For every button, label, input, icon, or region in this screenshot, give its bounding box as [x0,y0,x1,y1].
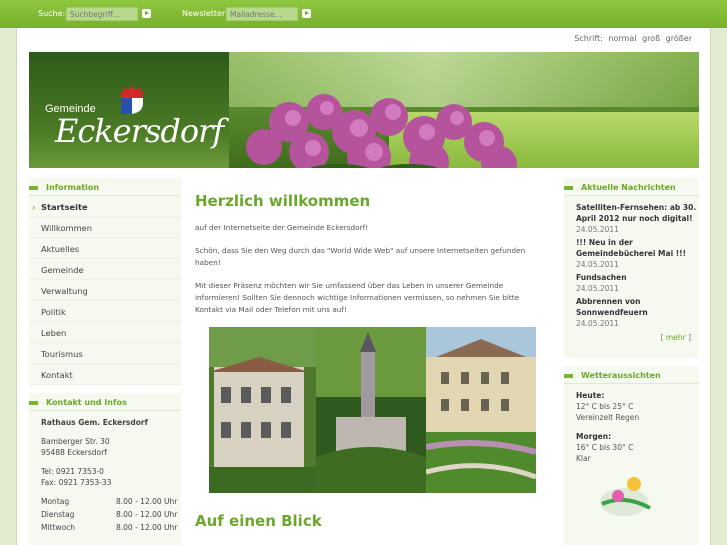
nav-item-kontakt[interactable]: Kontakt [29,364,181,385]
more-news-link[interactable]: mehr [666,333,686,342]
rathaus-name: Rathaus Gem. Eckersdorf [41,418,148,427]
newsletter-input[interactable] [226,7,298,21]
news-title[interactable]: Fundsachen [576,272,699,283]
hours-day: Montag [41,497,70,506]
page-container: Schrift: normal groß größer Gemeinde Eck… [16,28,711,545]
news-date: 24.05.2011 [576,319,619,328]
nav-item-willkommen[interactable]: Willkommen [29,217,181,238]
address-street: Bamberger Str. 30 [41,437,110,446]
search-label: Suche: [38,9,66,18]
contact-details: Rathaus Gem. Eckersdorf Bamberger Str. 3… [29,411,181,533]
opening-hours: Montag 8.00 - 12.00 Uhr Dienstag 8.00 - … [41,496,181,533]
font-normal-link[interactable]: normal [608,34,636,43]
weather-today: Heute: 12° C bis 25° C Vereinzelt Regen [576,391,640,422]
hours-day: Dienstag [41,510,75,519]
top-bar: Suche: Newsletter: [0,0,727,28]
news-date: 24.05.2011 [576,225,619,234]
weather-tomorrow: Morgen: 16° C bis 30° C Klar [576,432,634,463]
main-content: Herzlich willkommen auf der Internetseit… [183,178,561,545]
news-title[interactable]: Abbrennen von Sonnwendfeuern [576,296,699,318]
welcome-paragraph: Schön, dass Sie den Weg durch das "World… [195,246,526,267]
hours-time: 8.00 - 12.00 Uhr [116,510,178,519]
news-title[interactable]: Satelliten-Fernsehen: ab 30. April 2012 … [576,202,699,224]
newsletter-label: Newsletter: [182,9,228,18]
hours-time: 8.00 - 12.00 Uhr [116,523,178,532]
font-large-link[interactable]: groß [642,34,660,43]
fax-number: Fax: 0921 7353-33 [41,478,112,487]
news-item: Abbrennen von Sonnwendfeuern 24.05.2011 [576,296,699,329]
font-size-label: Schrift: [574,34,603,43]
news-date: 24.05.2011 [576,260,619,269]
news-list: Satelliten-Fernsehen: ab 30. April 2012 … [564,196,699,343]
search-submit-icon[interactable] [142,9,151,18]
font-larger-link[interactable]: größer [666,34,692,43]
info-box: Information Startseite Willkommen Aktuel… [29,178,181,385]
nav-item-verwaltung[interactable]: Verwaltung [29,280,181,301]
right-sidebar: Aktuelle Nachrichten Satelliten-Fernsehe… [564,178,699,545]
news-item: Satelliten-Fernsehen: ab 30. April 2012 … [576,202,699,235]
nav-item-aktuelles[interactable]: Aktuelles [29,238,181,259]
left-sidebar: Information Startseite Willkommen Aktuel… [29,178,181,545]
hours-day: Mittwoch [41,523,76,532]
news-title[interactable]: !!! Neu in der Gemeindebücherei Mai !!! [576,237,699,259]
info-heading: Information [29,178,181,196]
church-photo [316,327,426,493]
nav-item-politik[interactable]: Politik [29,301,181,322]
coat-of-arms-icon [121,86,143,114]
news-item: Fundsachen 24.05.2011 [576,272,699,294]
town-hall-photo [209,327,316,493]
contact-box: Kontakt und Infos Rathaus Gem. Eckersdor… [29,393,181,545]
header-banner: Gemeinde Eckersdorf [29,52,699,168]
intro-paragraph: auf der Internetseite der Gemeinde Ecker… [195,223,369,232]
search-input[interactable] [66,7,138,21]
more-news: [ mehr ] [660,333,691,342]
nav-item-leben[interactable]: Leben [29,322,181,343]
news-item: !!! Neu in der Gemeindebücherei Mai !!! … [576,237,699,270]
nav-item-tourismus[interactable]: Tourismus [29,343,181,364]
contact-heading: Kontakt und Infos [29,393,181,411]
photo-collage [209,327,536,493]
weather-heading: Wetteraussichten [564,366,699,384]
section-title: Auf einen Blick [195,512,322,530]
newsletter-submit-icon[interactable] [302,9,311,18]
page-title: Herzlich willkommen [195,192,371,210]
nav-item-gemeinde[interactable]: Gemeinde [29,259,181,280]
hydrangea-flowers-image [246,94,517,168]
weather-icon [600,477,651,516]
hours-time: 8.00 - 12.00 Uhr [116,497,178,506]
font-size-switcher: Schrift: normal groß größer [571,34,692,43]
news-heading: Aktuelle Nachrichten [564,178,699,196]
info-paragraph: Mit dieser Präsenz möchten wir Sie umfas… [195,281,520,314]
phone-number: Tel: 0921 7353-0 [41,467,104,476]
weather-box: Wetteraussichten Heute: 12° C bis 25° C … [564,366,699,545]
nav-item-startseite[interactable]: Startseite [29,196,181,217]
weather-forecast: Heute: 12° C bis 25° C Vereinzelt Regen … [564,384,699,519]
palace-garden-photo [426,327,536,493]
logo-line2: Eckersdorf [55,112,224,150]
news-date: 24.05.2011 [576,284,619,293]
news-box: Aktuelle Nachrichten Satelliten-Fernsehe… [564,178,699,358]
address-city: 95488 Eckersdorf [41,448,107,457]
